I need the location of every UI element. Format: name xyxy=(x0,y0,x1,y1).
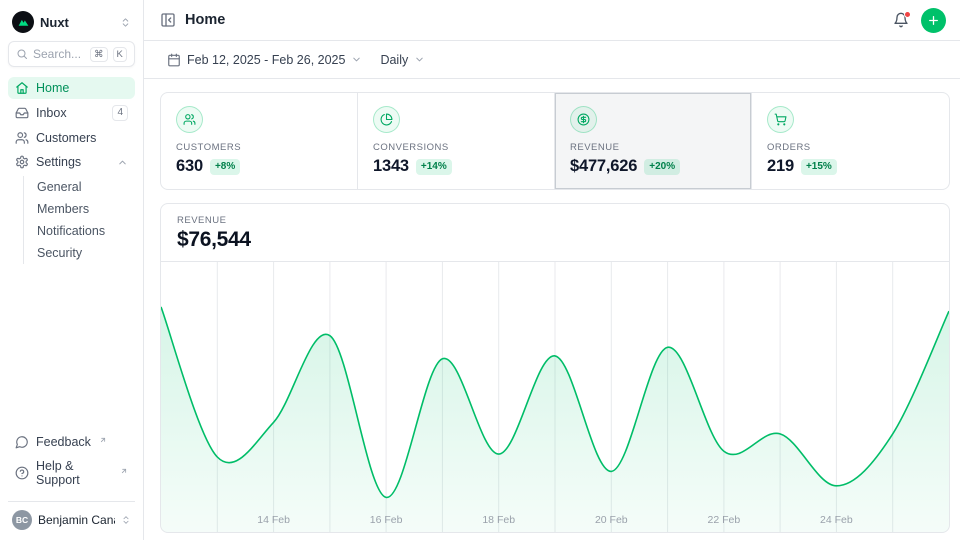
chevron-up-icon xyxy=(117,157,128,168)
feedback-link[interactable]: Feedback xyxy=(8,431,135,453)
chart-header: REVENUE $76,544 xyxy=(161,204,949,262)
sidebar-item-customers[interactable]: Customers xyxy=(8,127,135,149)
notification-dot xyxy=(904,11,911,18)
stat-delta-badge: +8% xyxy=(210,159,240,175)
footer-link-label: Help & Support xyxy=(36,459,112,487)
external-link-icon xyxy=(120,467,128,475)
svg-text:18 Feb: 18 Feb xyxy=(482,514,515,526)
sidebar-nav: Home Inbox 4 Customers Settings Ge xyxy=(8,77,135,266)
kbd-k: K xyxy=(113,47,127,62)
period-label: Daily xyxy=(380,53,408,67)
page-header: Home xyxy=(144,0,960,41)
svg-text:22 Feb: 22 Feb xyxy=(708,514,741,526)
external-link-icon xyxy=(99,436,107,444)
sidebar-spacer xyxy=(8,266,135,431)
add-button[interactable] xyxy=(921,8,946,33)
sidebar-footer: Feedback Help & Support BC Benjamin Cana… xyxy=(8,431,135,532)
sidebar-item-members[interactable]: Members xyxy=(24,198,135,220)
stat-label: REVENUE xyxy=(570,142,736,153)
user-name: Benjamin Canac xyxy=(38,513,115,527)
chevron-down-icon xyxy=(414,54,425,65)
user-menu[interactable]: BC Benjamin Canac xyxy=(8,501,135,532)
sidebar-search[interactable]: ⌘ K xyxy=(8,41,135,67)
notifications-button[interactable] xyxy=(893,12,909,28)
sidebar-item-security[interactable]: Security xyxy=(24,242,135,264)
inbox-icon xyxy=(15,106,29,120)
stat-value: 1343 xyxy=(373,157,409,176)
svg-text:14 Feb: 14 Feb xyxy=(257,514,290,526)
stat-value: $477,626 xyxy=(570,157,637,176)
revenue-area-chart: 14 Feb 16 Feb 18 Feb 20 Feb 22 Feb 24 Feb xyxy=(161,262,949,532)
chart-pie-icon xyxy=(373,106,400,133)
dashboard-content: CUSTOMERS 630 +8% CONVERSIONS 1343 +14% xyxy=(144,79,960,540)
brand-name: Nuxt xyxy=(40,15,114,30)
stat-orders[interactable]: ORDERS 219 +15% xyxy=(752,93,949,189)
help-support-link[interactable]: Help & Support xyxy=(8,455,135,491)
revenue-chart-card: REVENUE $76,544 14 Feb 16 Feb 18 Feb 20 Feb… xyxy=(160,203,950,533)
date-range-picker[interactable]: Feb 12, 2025 - Feb 26, 2025 xyxy=(160,49,369,71)
calendar-icon xyxy=(167,53,181,67)
stat-customers[interactable]: CUSTOMERS 630 +8% xyxy=(161,93,358,189)
revenue-chart-plot: 14 Feb 16 Feb 18 Feb 20 Feb 22 Feb 24 Feb xyxy=(161,262,949,532)
chevron-down-icon xyxy=(351,54,362,65)
svg-text:20 Feb: 20 Feb xyxy=(595,514,628,526)
svg-text:16 Feb: 16 Feb xyxy=(370,514,403,526)
inbox-count-badge: 4 xyxy=(112,105,128,121)
gear-icon xyxy=(15,155,29,169)
filters-toolbar: Feb 12, 2025 - Feb 26, 2025 Daily xyxy=(144,41,960,79)
stat-conversions[interactable]: CONVERSIONS 1343 +14% xyxy=(358,93,555,189)
sidebar: Nuxt ⌘ K Home Inbox 4 xyxy=(0,0,144,540)
plus-icon xyxy=(927,14,940,27)
chevrons-up-down-icon[interactable] xyxy=(120,17,131,28)
stat-value: 630 xyxy=(176,157,203,176)
sidebar-item-settings[interactable]: Settings xyxy=(8,151,135,173)
sidebar-item-home[interactable]: Home xyxy=(8,77,135,99)
avatar: BC xyxy=(12,510,32,530)
house-icon xyxy=(15,81,29,95)
kbd-cmd: ⌘ xyxy=(90,47,108,62)
settings-subnav: General Members Notifications Security xyxy=(23,176,135,264)
message-circle-icon xyxy=(15,435,29,449)
dollar-circle-icon xyxy=(570,106,597,133)
stat-label: ORDERS xyxy=(767,142,934,153)
date-range-label: Feb 12, 2025 - Feb 26, 2025 xyxy=(187,53,345,67)
chevrons-up-down-icon xyxy=(121,515,131,525)
sidebar-item-notifications[interactable]: Notifications xyxy=(24,220,135,242)
search-icon xyxy=(16,48,28,60)
sidebar-item-label: Inbox xyxy=(36,106,67,120)
team-switcher[interactable]: Nuxt xyxy=(8,8,135,41)
shopping-cart-icon xyxy=(767,106,794,133)
sidebar-item-inbox[interactable]: Inbox 4 xyxy=(8,101,135,125)
nuxt-logo-icon xyxy=(12,11,34,33)
users-icon xyxy=(176,106,203,133)
stat-delta-badge: +15% xyxy=(801,159,837,175)
circle-help-icon xyxy=(15,466,29,480)
svg-text:24 Feb: 24 Feb xyxy=(820,514,853,526)
page-title: Home xyxy=(185,12,225,28)
header-actions xyxy=(893,8,946,33)
sidebar-collapse-icon[interactable] xyxy=(160,12,176,28)
stat-revenue[interactable]: REVENUE $477,626 +20% xyxy=(555,93,752,189)
users-icon xyxy=(15,131,29,145)
stat-value: 219 xyxy=(767,157,794,176)
period-select[interactable]: Daily xyxy=(373,49,432,71)
stat-delta-badge: +20% xyxy=(644,159,680,175)
chart-metric-value: $76,544 xyxy=(177,228,933,252)
stat-label: CONVERSIONS xyxy=(373,142,539,153)
stats-row: CUSTOMERS 630 +8% CONVERSIONS 1343 +14% xyxy=(160,92,950,190)
sidebar-item-general[interactable]: General xyxy=(24,176,135,198)
chart-metric-label: REVENUE xyxy=(177,215,933,226)
sidebar-item-label: Settings xyxy=(36,155,81,169)
search-input[interactable] xyxy=(33,47,85,61)
main-area: Home Feb 12, 2025 - Feb 26, 2025 Daily xyxy=(144,0,960,540)
footer-link-label: Feedback xyxy=(36,435,91,449)
stat-label: CUSTOMERS xyxy=(176,142,342,153)
stat-delta-badge: +14% xyxy=(416,159,452,175)
sidebar-item-label: Customers xyxy=(36,131,96,145)
sidebar-item-label: Home xyxy=(36,81,69,95)
